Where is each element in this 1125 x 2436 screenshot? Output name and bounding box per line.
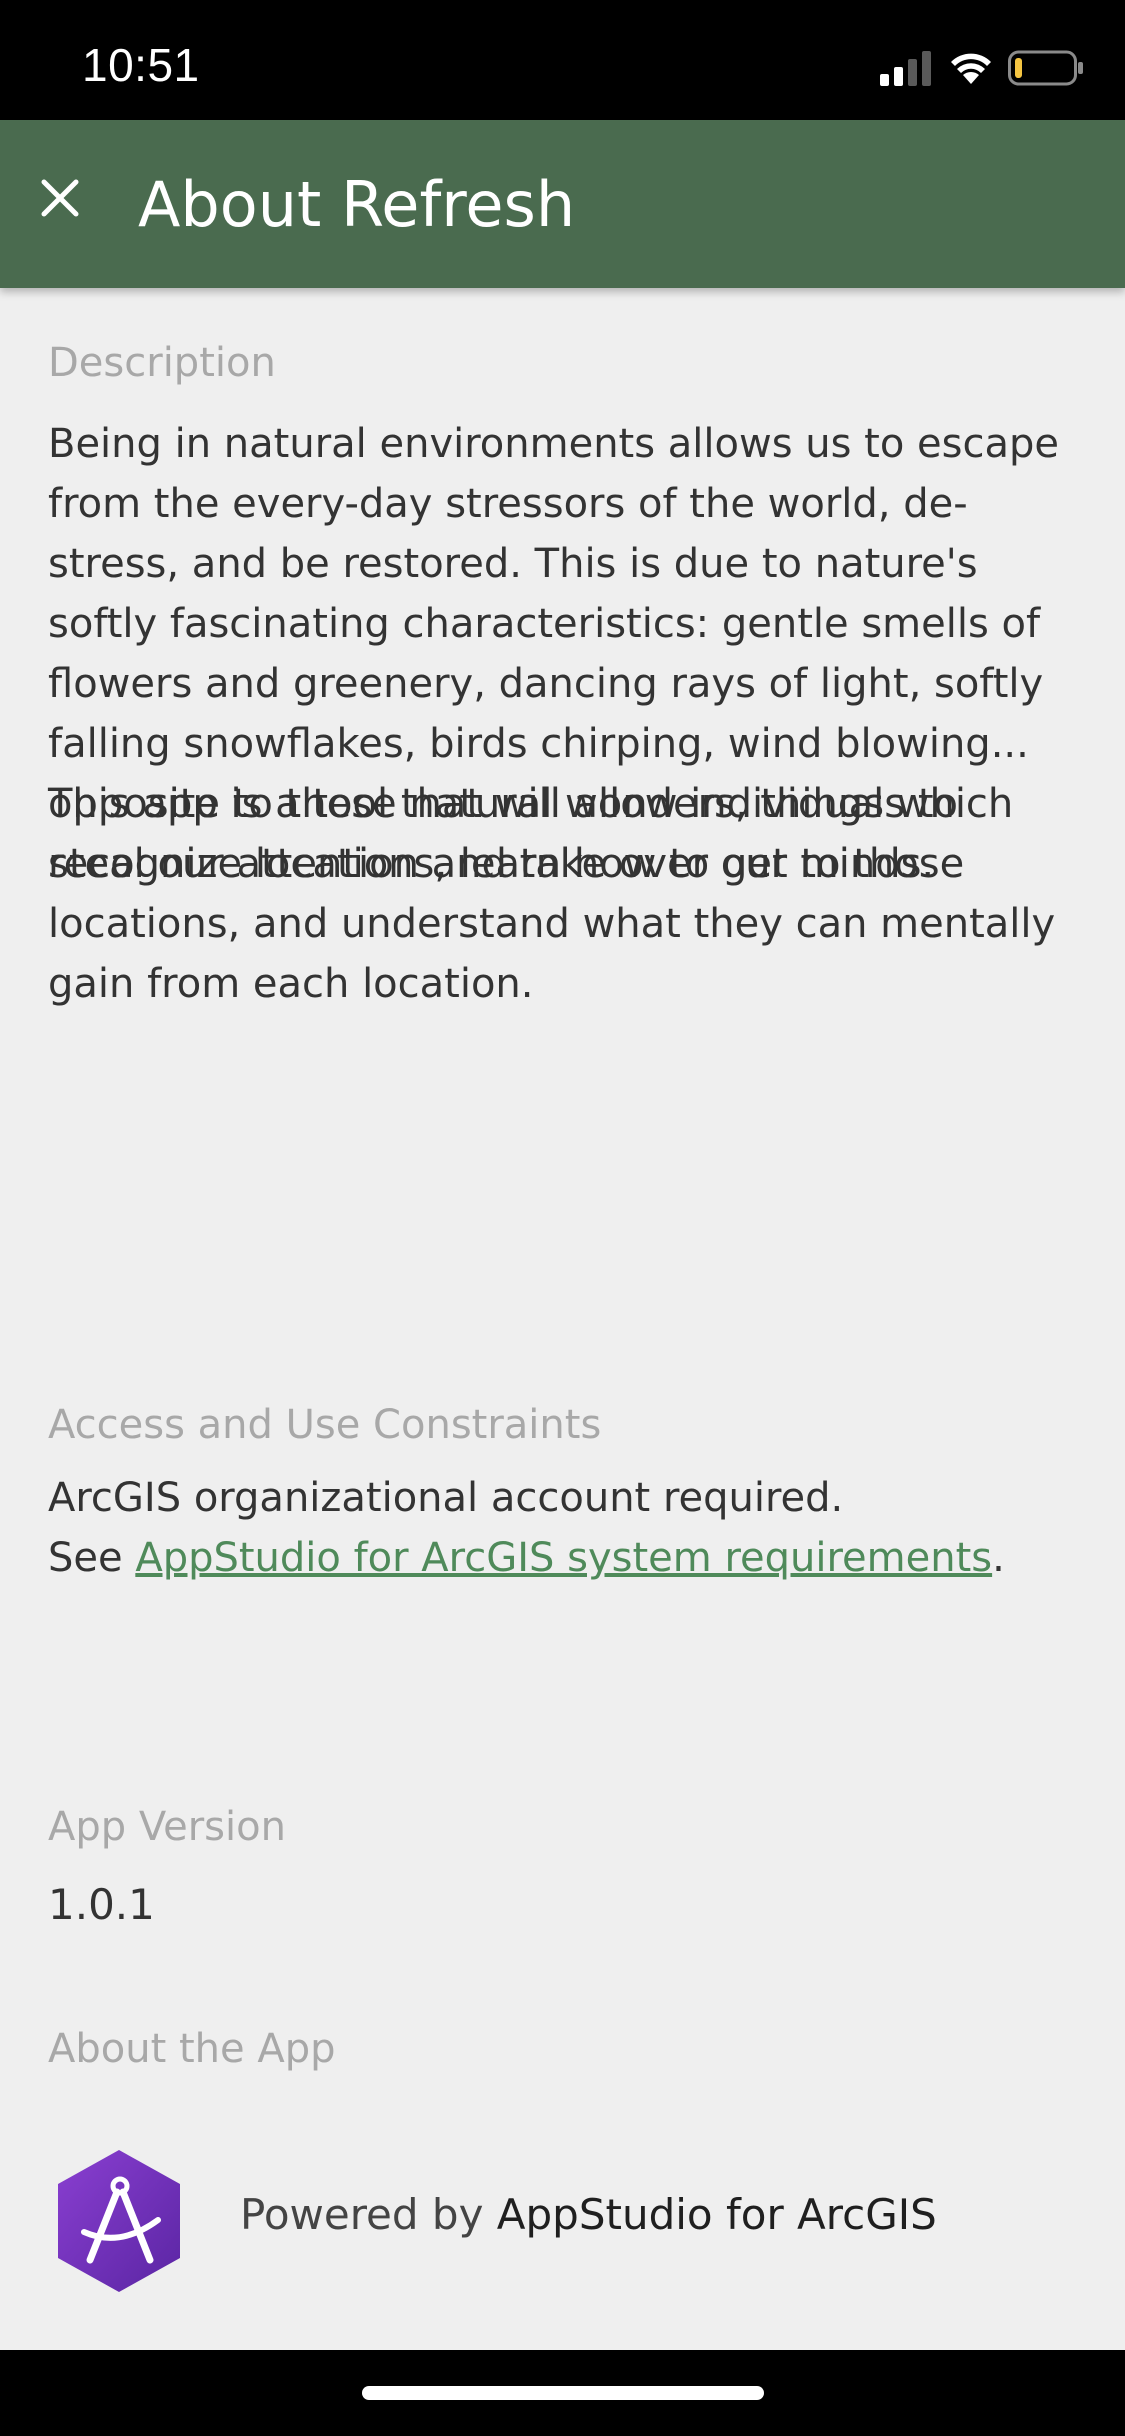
constraints-suffix: . [992, 1535, 1005, 1581]
about-app-label: About the App [48, 2026, 336, 2072]
wifi-icon [951, 53, 991, 84]
app-version-label: App Version [48, 1804, 286, 1850]
constraints-text: ArcGIS organizational account required. … [48, 1468, 1078, 1588]
constraints-line-1: ArcGIS organizational account required. [48, 1475, 844, 1521]
close-icon[interactable] [28, 166, 92, 230]
description-label: Description [48, 340, 276, 386]
app-version-value: 1.0.1 [48, 1880, 155, 1929]
page-title: About Refresh [138, 168, 576, 241]
constraints-label: Access and Use Constraints [48, 1402, 602, 1448]
description-paragraph-2: This app is a tool that will allow indiv… [48, 781, 1056, 1007]
powered-by-name: AppStudio for ArcGIS [496, 2190, 937, 2239]
status-time: 10:51 [82, 39, 200, 91]
system-requirements-link[interactable]: AppStudio for ArcGIS system requirements [135, 1535, 992, 1581]
constraints-see-prefix: See [48, 1535, 136, 1581]
powered-by-text: Powered by AppStudio for ArcGIS [240, 2190, 937, 2239]
cellular-signal-icon [880, 51, 931, 86]
appstudio-logo-icon[interactable] [54, 2148, 184, 2294]
app-bar: About Refresh [0, 120, 1125, 288]
home-indicator[interactable] [362, 2386, 764, 2400]
battery-low-icon [1008, 50, 1083, 86]
powered-by-prefix: Powered by [240, 2190, 497, 2239]
status-bar: 10:51 [0, 0, 1125, 120]
